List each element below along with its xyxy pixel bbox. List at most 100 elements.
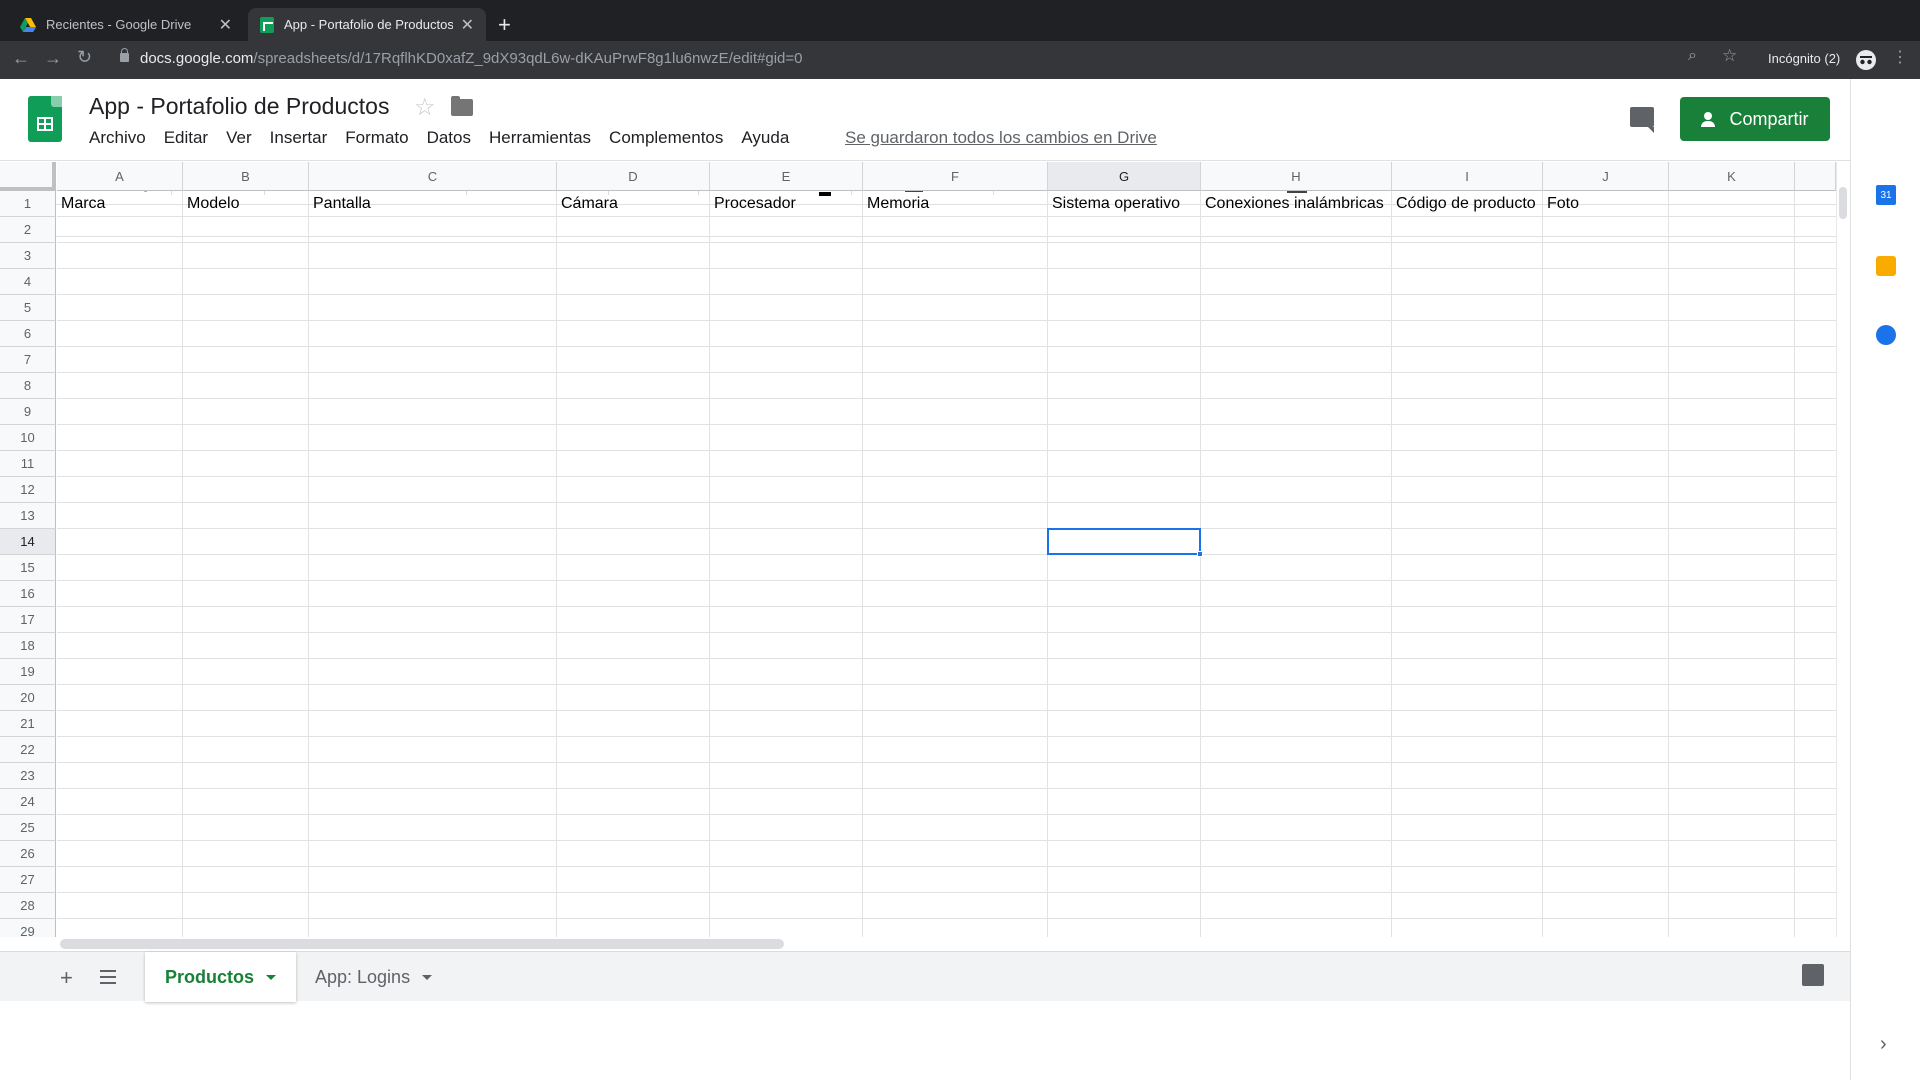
share-button[interactable]: Compartir [1680, 97, 1830, 141]
tasks-icon[interactable] [1876, 325, 1896, 345]
row-header-3[interactable]: 3 [0, 243, 56, 269]
selected-cell[interactable] [1047, 528, 1201, 555]
row-header-4[interactable]: 4 [0, 269, 56, 295]
browser-menu-icon[interactable]: ⋮ [1892, 47, 1908, 67]
row-header-6[interactable]: 6 [0, 321, 56, 347]
caret-down-icon[interactable] [266, 974, 277, 980]
menu-ver[interactable]: Ver [226, 128, 252, 148]
caret-down-icon[interactable] [422, 974, 433, 980]
save-status[interactable]: Se guardaron todos los cambios en Drive [845, 128, 1157, 148]
row-header-7[interactable]: 7 [0, 347, 56, 373]
header-cell-h1[interactable]: Conexiones inalámbricas [1201, 191, 1391, 216]
row-header-29[interactable]: 29 [0, 919, 56, 937]
column-header-i[interactable]: I [1392, 162, 1543, 191]
back-icon[interactable]: ← [12, 48, 30, 69]
column-header-e[interactable]: E [710, 162, 863, 191]
column-header-f[interactable]: F [863, 162, 1048, 191]
sheet-tab-productos[interactable]: Productos [145, 952, 297, 1002]
url-field[interactable]: docs.google.com/spreadsheets/d/17RqflhKD… [140, 50, 803, 67]
incognito-label[interactable]: Incógnito (2) [1768, 51, 1840, 66]
row-header-28[interactable]: 28 [0, 893, 56, 919]
header-cell-f1[interactable]: Memoria [863, 191, 1047, 216]
row-header-10[interactable]: 10 [0, 425, 56, 451]
calendar-icon[interactable]: 31 [1876, 185, 1896, 205]
header-cell-i1[interactable]: Código de producto [1392, 191, 1542, 216]
add-sheet-icon[interactable]: + [60, 965, 73, 991]
header-cell-g1[interactable]: Sistema operativo [1048, 191, 1200, 216]
select-all-corner[interactable] [0, 162, 56, 191]
keep-icon[interactable] [1876, 256, 1896, 276]
header-cell-k1[interactable] [1669, 191, 1794, 216]
forward-icon[interactable]: → [44, 48, 62, 69]
close-tab-icon[interactable]: ✕ [219, 15, 232, 35]
google-sheets-icon [260, 16, 274, 33]
row-header-14[interactable]: 14 [0, 529, 56, 555]
column-header-h[interactable]: H [1201, 162, 1392, 191]
header-cell-d1[interactable]: Cámara [557, 191, 709, 216]
column-header-c[interactable]: C [309, 162, 557, 191]
row-header-25[interactable]: 25 [0, 815, 56, 841]
row-header-19[interactable]: 19 [0, 659, 56, 685]
menu-insertar[interactable]: Insertar [270, 128, 328, 148]
expand-side-panel-icon[interactable]: › [1880, 1033, 1887, 1056]
header-cell-a1[interactable]: Marca [57, 191, 182, 216]
document-title[interactable]: App - Portafolio de Productos [89, 93, 389, 120]
column-header-b[interactable]: B [183, 162, 309, 191]
row-header-5[interactable]: 5 [0, 295, 56, 321]
row-header-23[interactable]: 23 [0, 763, 56, 789]
row-header-2[interactable]: 2 [0, 217, 56, 243]
bookmark-star-icon[interactable]: ☆ [1722, 46, 1737, 66]
column-header-overflow[interactable] [1795, 162, 1836, 191]
row-header-26[interactable]: 26 [0, 841, 56, 867]
all-sheets-icon[interactable] [100, 970, 116, 984]
column-header-a[interactable]: A [57, 162, 183, 191]
row-header-27[interactable]: 27 [0, 867, 56, 893]
vertical-scroll-thumb[interactable] [1839, 187, 1847, 219]
horizontal-scroll-thumb[interactable] [60, 939, 784, 949]
menu-ayuda[interactable]: Ayuda [741, 128, 789, 148]
row-header-21[interactable]: 21 [0, 711, 56, 737]
row-header-17[interactable]: 17 [0, 607, 56, 633]
incognito-icon[interactable] [1856, 50, 1876, 70]
comment-history-icon[interactable] [1630, 107, 1654, 133]
column-header-d[interactable]: D [557, 162, 710, 191]
row-header-22[interactable]: 22 [0, 737, 56, 763]
row-header-8[interactable]: 8 [0, 373, 56, 399]
header-cell-c1[interactable]: Pantalla [309, 191, 556, 216]
menu-formato[interactable]: Formato [345, 128, 408, 148]
menu-herramientas[interactable]: Herramientas [489, 128, 591, 148]
new-tab-icon[interactable]: + [498, 12, 511, 38]
row-header-9[interactable]: 9 [0, 399, 56, 425]
menu-archivo[interactable]: Archivo [89, 128, 146, 148]
column-header-j[interactable]: J [1543, 162, 1669, 191]
row-header-13[interactable]: 13 [0, 503, 56, 529]
sheets-logo-icon[interactable] [28, 96, 62, 142]
column-header-g[interactable]: G [1048, 162, 1201, 191]
star-icon[interactable]: ☆ [414, 93, 436, 122]
folder-icon[interactable] [451, 96, 473, 116]
close-tab-icon[interactable]: ✕ [461, 15, 474, 35]
reload-icon[interactable]: ↻ [77, 47, 92, 68]
browser-tab-sheet[interactable]: App - Portafolio de Productos ✕ [248, 8, 486, 41]
row-header-12[interactable]: 12 [0, 477, 56, 503]
explore-icon[interactable] [1802, 964, 1824, 986]
menu-complementos[interactable]: Complementos [609, 128, 723, 148]
row-header-11[interactable]: 11 [0, 451, 56, 477]
header-cell-e1[interactable]: Procesador [710, 191, 862, 216]
row-header-20[interactable]: 20 [0, 685, 56, 711]
row-header-16[interactable]: 16 [0, 581, 56, 607]
row-header-15[interactable]: 15 [0, 555, 56, 581]
vertical-scrollbar[interactable] [1836, 162, 1850, 937]
sheet-tab-app-logins[interactable]: App: Logins [295, 952, 452, 1002]
fill-handle[interactable] [1197, 551, 1203, 557]
row-header-1[interactable]: 1 [0, 191, 56, 217]
header-cell-j1[interactable]: Foto [1543, 191, 1668, 216]
browser-tab-drive[interactable]: Recientes - Google Drive ✕ [8, 8, 244, 41]
row-header-18[interactable]: 18 [0, 633, 56, 659]
menu-editar[interactable]: Editar [164, 128, 208, 148]
column-header-k[interactable]: K [1669, 162, 1795, 191]
row-header-24[interactable]: 24 [0, 789, 56, 815]
zoom-icon[interactable]: ⌕ [1688, 47, 1697, 65]
menu-datos[interactable]: Datos [427, 128, 471, 148]
header-cell-b1[interactable]: Modelo [183, 191, 308, 216]
